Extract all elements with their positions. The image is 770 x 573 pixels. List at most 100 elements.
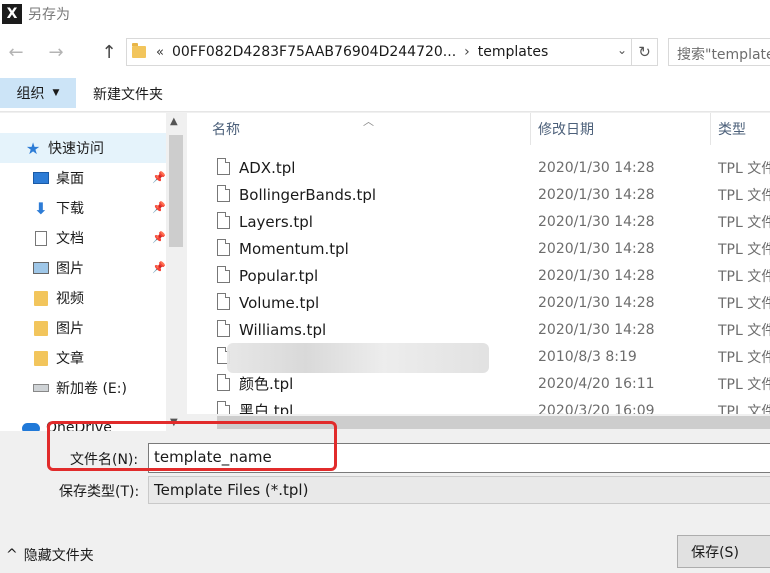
title-bar: X 另存为	[0, 0, 770, 28]
star-icon: ★	[25, 138, 41, 158]
column-header-type[interactable]: 类型	[718, 113, 746, 145]
folder-icon	[32, 320, 50, 336]
cloud-icon	[22, 420, 40, 431]
sidebar-item-pictures[interactable]: 图片 📌	[0, 253, 166, 283]
file-row[interactable]: Popular.tpl 2020/1/30 14:28 TPL 文件	[187, 262, 770, 289]
file-name: Momentum.tpl	[239, 239, 349, 258]
save-button[interactable]: 保存(S)	[677, 535, 770, 568]
sidebar-item-label: 图片	[56, 261, 84, 277]
search-input[interactable]: 搜索"template	[668, 38, 770, 66]
file-list: ︿ 名称 修改日期 类型 ADX.tpl 2020/1/30 14:28 TPL…	[187, 113, 770, 431]
back-button[interactable]: ←	[4, 40, 28, 64]
sidebar-item-label: 快速访问	[48, 141, 104, 157]
drive-icon	[32, 380, 50, 396]
organize-button[interactable]: 组织 ▼	[0, 78, 76, 108]
scrollbar-thumb[interactable]	[217, 416, 770, 429]
sidebar-item-label: 新加卷 (E:)	[56, 381, 127, 397]
sidebar-item-label: 下载	[56, 201, 84, 217]
navigation-bar: ← → ↑ « 00FF082D4283F75AAB76904D244720..…	[0, 28, 770, 74]
folder-icon	[32, 350, 50, 366]
file-type: TPL 文件	[718, 187, 770, 204]
up-button[interactable]: ↑	[97, 40, 121, 64]
column-divider[interactable]	[530, 113, 531, 145]
column-header-modified[interactable]: 修改日期	[538, 113, 594, 145]
file-type: TPL 文件	[718, 241, 770, 258]
file-type: TPL 文件	[718, 349, 770, 366]
file-icon	[217, 266, 230, 283]
file-name: Volume.tpl	[239, 293, 320, 312]
file-row[interactable]: Layers.tpl 2020/1/30 14:28 TPL 文件	[187, 208, 770, 235]
breadcrumb-segment-current[interactable]: templates	[478, 44, 549, 60]
file-name: ADX.tpl	[239, 158, 296, 177]
file-row[interactable]: 颜色.tpl 2020/4/20 16:11 TPL 文件	[187, 370, 770, 397]
folder-icon	[32, 290, 50, 306]
file-row[interactable]: Williams.tpl 2020/1/30 14:28 TPL 文件	[187, 316, 770, 343]
sidebar-item-documents[interactable]: 文档 📌	[0, 223, 166, 253]
file-row[interactable]: ADX.tpl 2020/1/30 14:28 TPL 文件	[187, 154, 770, 181]
scroll-down-icon[interactable]: ▼	[170, 417, 178, 428]
column-header-name[interactable]: 名称	[212, 113, 240, 145]
sidebar-item-quick-access[interactable]: ★ 快速访问	[0, 133, 166, 163]
sidebar-item-label: 视频	[56, 291, 84, 307]
file-type: TPL 文件	[718, 160, 770, 177]
sidebar-item-label: 图片	[56, 321, 84, 337]
scrollbar-thumb[interactable]	[169, 135, 183, 247]
sidebar-item-desktop[interactable]: 桌面 📌	[0, 163, 166, 193]
file-modified: 2020/1/30 14:28	[538, 294, 655, 311]
filename-label: 文件名(N):	[70, 452, 139, 468]
file-name: Popular.tpl	[239, 266, 319, 285]
address-bar[interactable]: « 00FF082D4283F75AAB76904D244720... › te…	[126, 38, 658, 66]
window-title: 另存为	[28, 7, 70, 23]
file-row[interactable]: Volume.tpl 2020/1/30 14:28 TPL 文件	[187, 289, 770, 316]
file-icon	[217, 212, 230, 229]
file-type: TPL 文件	[718, 322, 770, 339]
file-name: Layers.tpl	[239, 212, 313, 231]
breadcrumb-segment-parent[interactable]: 00FF082D4283F75AAB76904D244720...	[172, 44, 456, 60]
chevron-up-icon: ^	[6, 547, 18, 563]
file-icon	[217, 374, 230, 391]
filetype-label: 保存类型(T):	[59, 484, 140, 500]
chevron-down-icon[interactable]: ⌄	[617, 43, 627, 57]
breadcrumb-overflow[interactable]: «	[156, 45, 164, 60]
sidebar-item-downloads[interactable]: ⬇ 下载 📌	[0, 193, 166, 223]
sidebar-item-images[interactable]: 图片	[0, 313, 166, 343]
filetype-select[interactable]: Template Files (*.tpl)	[148, 476, 770, 504]
document-icon	[32, 230, 50, 246]
redacted-blur	[227, 343, 489, 373]
hide-folders-toggle[interactable]: ^ 隐藏文件夹	[6, 545, 94, 565]
sidebar-item-videos[interactable]: 视频	[0, 283, 166, 313]
breadcrumb-separator[interactable]: ›	[464, 44, 470, 60]
navigation-pane: ★ 快速访问 桌面 📌 ⬇ 下载 📌 文档 📌 图片 📌 视频 图片 文章 新加…	[0, 113, 186, 431]
sort-caret-icon: ︿	[363, 115, 374, 128]
filename-field[interactable]: template_name	[148, 443, 770, 473]
file-modified: 2020/1/30 14:28	[538, 240, 655, 257]
forward-button[interactable]: →	[44, 40, 68, 64]
file-type: TPL 文件	[718, 295, 770, 312]
file-type: TPL 文件	[718, 214, 770, 231]
pin-icon[interactable]: 📌	[152, 261, 166, 274]
download-icon: ⬇	[34, 198, 48, 218]
sidebar-item-onedrive[interactable]: OneDrive	[0, 413, 166, 431]
file-icon	[217, 320, 230, 337]
file-row[interactable]: BollingerBands.tpl 2020/1/30 14:28 TPL 文…	[187, 181, 770, 208]
scroll-up-icon[interactable]: ▲	[170, 116, 178, 127]
file-modified: 2020/1/30 14:28	[538, 159, 655, 176]
column-divider[interactable]	[710, 113, 711, 145]
file-row[interactable]: Momentum.tpl 2020/1/30 14:28 TPL 文件	[187, 235, 770, 262]
refresh-icon[interactable]: ↻	[631, 39, 657, 65]
pin-icon[interactable]: 📌	[152, 171, 166, 184]
sidebar-item-drive-e[interactable]: 新加卷 (E:)	[0, 373, 166, 403]
sidebar-scrollbar[interactable]: ▲ ▼	[166, 113, 186, 431]
sidebar-item-label: 文章	[56, 351, 84, 367]
file-icon	[217, 158, 230, 175]
sidebar-item-articles[interactable]: 文章	[0, 343, 166, 373]
file-modified: 2010/8/3 8:19	[538, 348, 637, 365]
file-modified: 2020/1/30 14:28	[538, 213, 655, 230]
folder-icon	[132, 43, 146, 58]
new-folder-button[interactable]: 新建文件夹	[93, 84, 163, 104]
file-icon	[217, 185, 230, 202]
file-modified: 2020/1/30 14:28	[538, 186, 655, 203]
pin-icon[interactable]: 📌	[152, 231, 166, 244]
pin-icon[interactable]: 📌	[152, 201, 166, 214]
horizontal-scrollbar[interactable]	[187, 414, 770, 431]
